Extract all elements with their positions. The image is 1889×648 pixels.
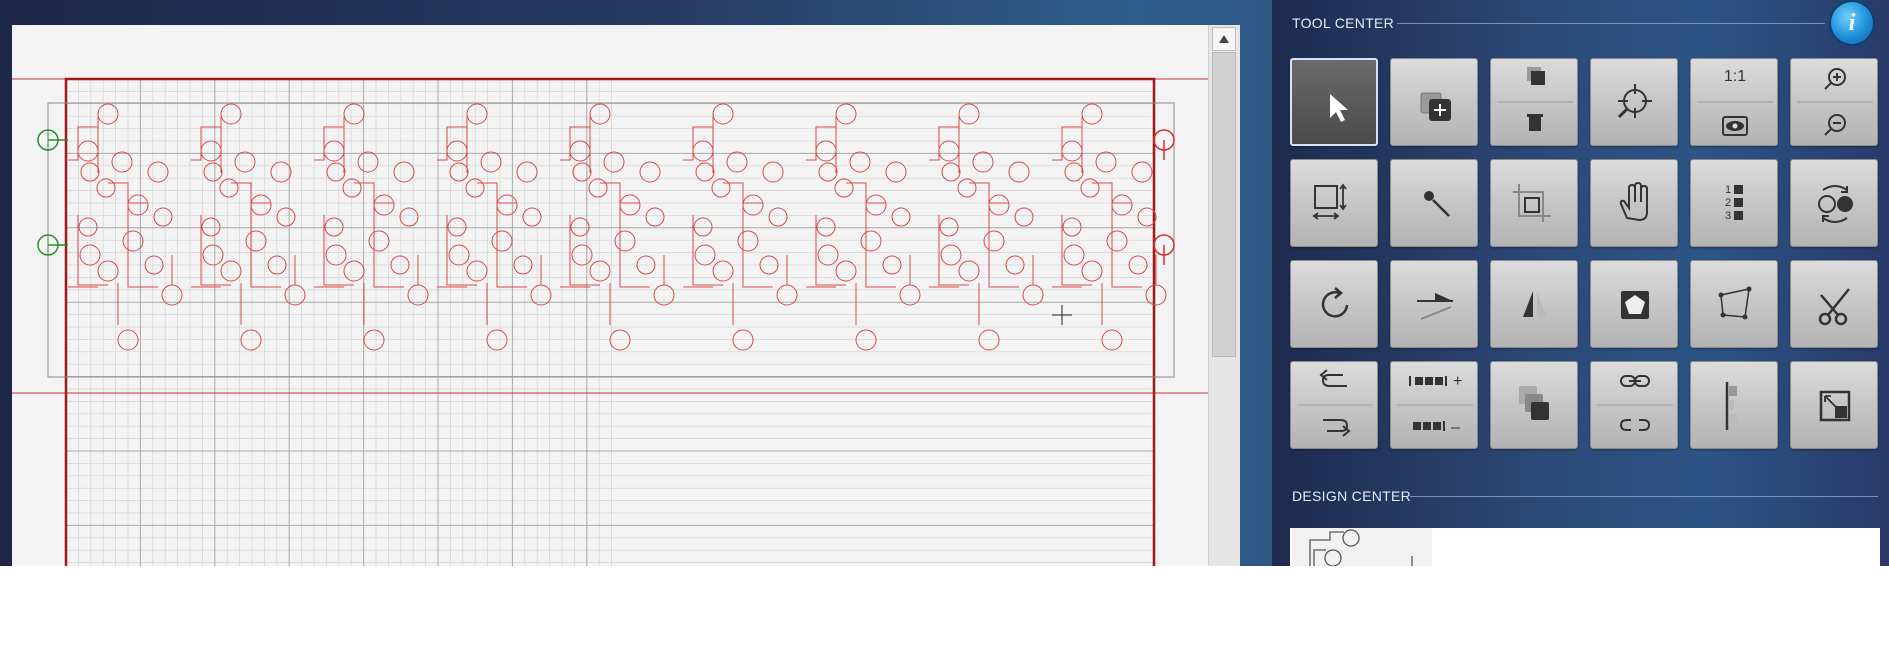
align-tool-button[interactable] [1690,361,1778,449]
undo-redo-arrows-icon [1297,369,1373,437]
mirror-tool-button[interactable] [1490,260,1578,348]
crosshair-cursor-icon [1052,305,1072,325]
svg-text:+: + [1453,373,1462,390]
zoom-in-out-icon [1797,68,1873,136]
tool-center-title: TOOL CENTER [1292,15,1395,31]
registration-mark-left-top [37,129,68,151]
design-thumbnail[interactable] [1292,528,1432,566]
scroll-up-button[interactable] [1212,27,1236,51]
cursor-arrow-icon [1330,94,1348,122]
svg-text:–: – [1451,419,1460,436]
align-left-bars-icon [1725,382,1737,430]
design-center-title: DESIGN CENTER [1292,488,1412,504]
rotate-icon [1321,287,1349,318]
registration-mark-left-bottom [37,234,68,256]
wand-icon [1424,191,1450,217]
svg-text:3: 3 [1725,210,1731,222]
copy-delete-tool-button[interactable] [1490,58,1578,146]
copy-trash-icon [1497,67,1573,131]
svg-text:1:1: 1:1 [1724,68,1746,85]
design-thumbnail-image [1309,529,1413,566]
array-add-remove-tool-button[interactable]: + – [1390,361,1478,449]
order-tool-button[interactable]: 123 [1690,159,1778,247]
array-plus-minus-icon: +– [1397,373,1473,436]
stack-icon [1519,386,1549,420]
node-polygon-icon [1718,286,1752,320]
undo-redo-tool-button[interactable] [1290,361,1378,449]
duplicate-add-tool-button[interactable] [1390,58,1478,146]
group-layer-tool-button[interactable] [1490,361,1578,449]
shape-tool-button[interactable] [1590,260,1678,348]
crop-tool-button[interactable] [1490,159,1578,247]
slant-tool-button[interactable] [1390,260,1478,348]
pentagon-icon [1621,291,1649,319]
center-target-tool-button[interactable] [1590,58,1678,146]
cut-tool-button[interactable] [1790,260,1878,348]
triangle-up-icon [1219,35,1229,43]
link-unlink-tool-button[interactable] [1590,361,1678,449]
swap-circles-icon [1818,185,1853,223]
vertical-scrollbar[interactable] [1208,25,1240,566]
svg-text:2: 2 [1725,197,1731,209]
pan-tool-button[interactable] [1590,159,1678,247]
resize-tool-button[interactable] [1290,159,1378,247]
fit-to-mat-tool-button[interactable] [1790,361,1878,449]
crosshair-magnifier-icon [1617,84,1652,119]
canvas-drawing[interactable] [12,25,1208,566]
crop-icon [1513,184,1551,222]
svg-text:1: 1 [1725,184,1731,196]
hand-icon [1619,181,1648,222]
info-icon[interactable]: i [1831,2,1873,44]
scrollbar-thumb[interactable] [1212,52,1236,357]
rotate-tool-button[interactable] [1290,260,1378,348]
select-tool-button[interactable] [1290,58,1378,146]
scissors-icon [1818,288,1850,326]
skew-icon [1417,293,1453,320]
application-window: TOOL CENTER i 1:1 1 2 3 + – DESIGN CENTER [0,0,1889,566]
mirror-triangle-icon [1523,291,1547,317]
side-panel: TOOL CENTER i 1:1 1 2 3 + – DESIGN CENTER [1272,0,1889,566]
magic-wand-tool-button[interactable] [1390,159,1478,247]
ratio-eye-icon: 1:1 [1697,68,1773,136]
node-edit-tool-button[interactable] [1690,260,1778,348]
zoom-tool-button[interactable] [1790,58,1878,146]
tool-center-divider [1397,23,1825,24]
link-chain-icon [1597,375,1673,431]
registration-mark-right-bottom [1153,234,1175,265]
actual-size-preview-tool-button[interactable]: 1:1 [1690,58,1778,146]
design-canvas[interactable] [12,25,1239,566]
duplicate-plus-icon [1420,92,1451,121]
replace-tool-button[interactable] [1790,159,1878,247]
fit-box-icon [1819,390,1851,422]
design-center-preview[interactable] [1290,528,1880,566]
resize-arrows-icon [1312,183,1347,220]
design-center-divider [1410,496,1878,497]
numbered-list-icon: 123 [1725,184,1743,222]
registration-mark-right-top [1153,129,1175,160]
